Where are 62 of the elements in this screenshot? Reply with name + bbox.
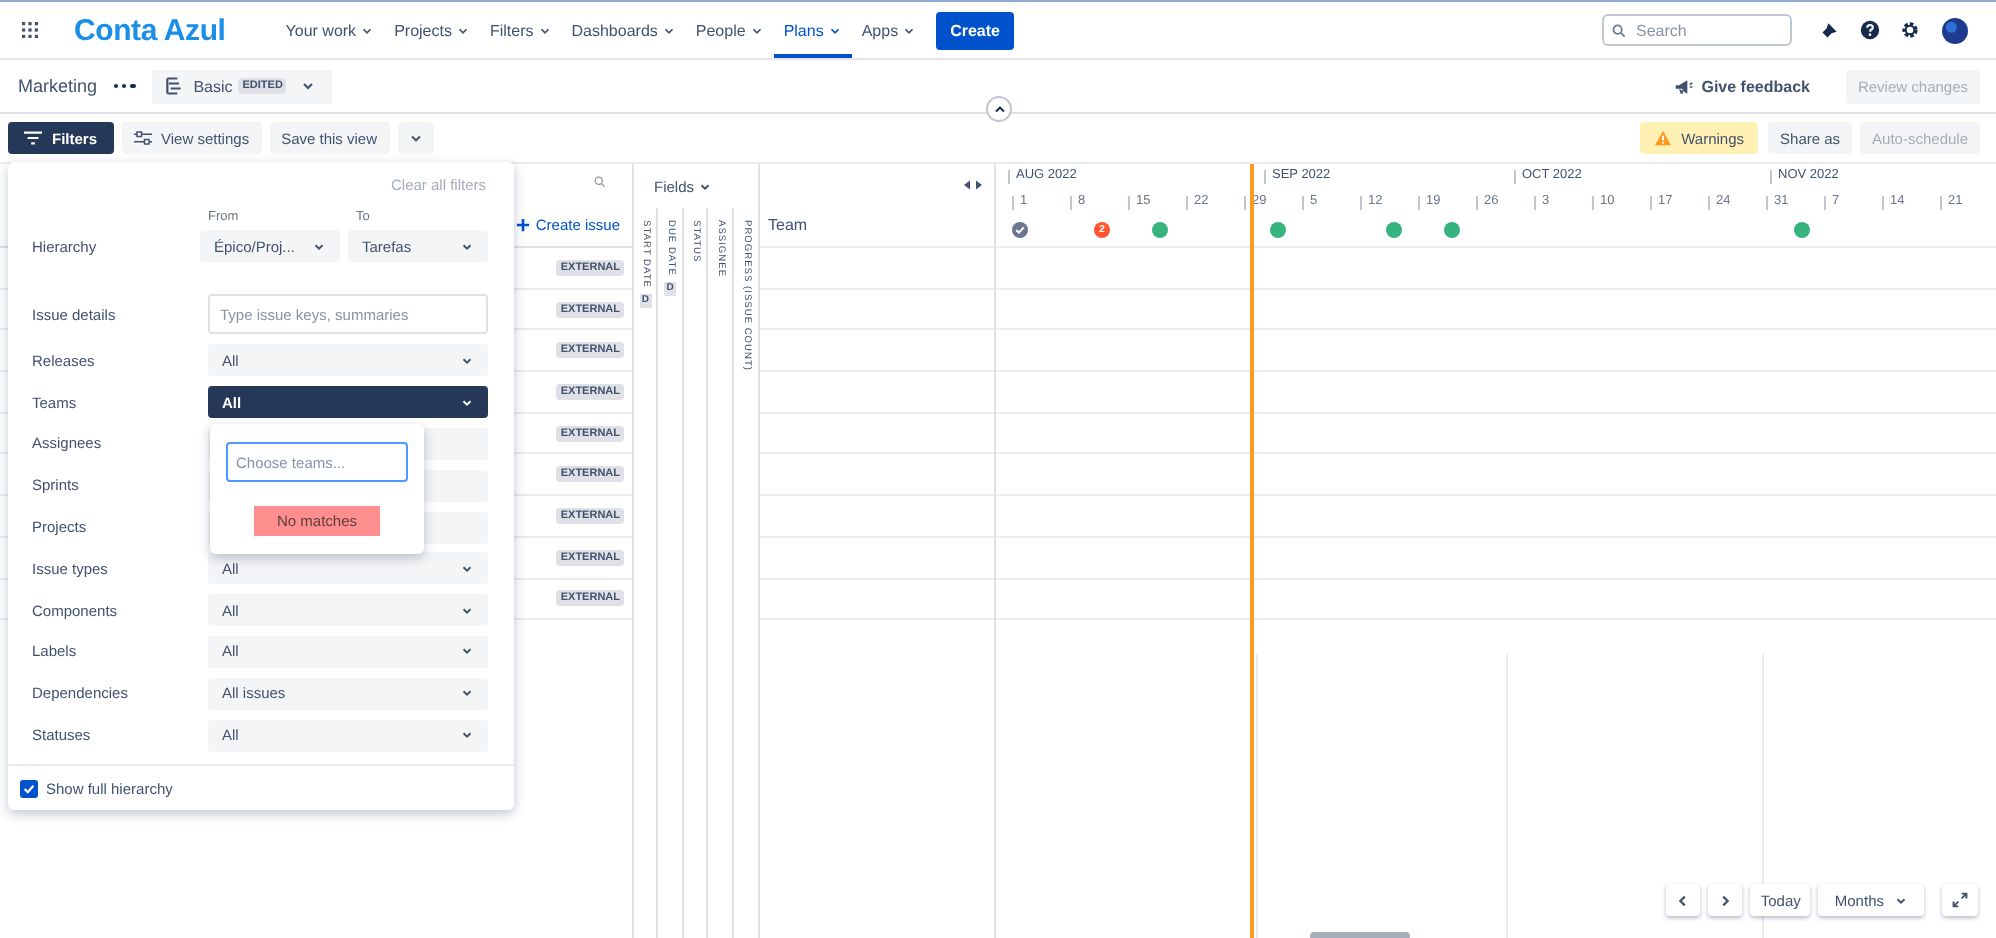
give-feedback-button[interactable]: Give feedback [1661,75,1822,97]
view-name: Basic [193,77,233,95]
create-button[interactable]: Create [936,11,1014,49]
chevron-left-icon [1676,893,1691,907]
collapse-button[interactable] [986,96,1012,122]
sliders-icon [133,130,152,146]
chevron-down-icon [300,78,317,94]
nav-item[interactable]: Filters [479,2,562,58]
megaphone-icon [1673,77,1694,95]
chevron-down-icon [455,23,470,37]
nav-item[interactable]: Plans [773,2,852,58]
milestone-dot[interactable] [1152,222,1168,238]
warning-icon [1653,130,1672,146]
chevron-down-icon [460,239,474,253]
nav-item[interactable]: Dashboards [561,2,686,58]
milestone-dot[interactable] [1444,222,1460,238]
plan-name: Marketing [18,76,98,96]
hierarchy-icon [163,76,184,96]
nav-item[interactable]: Apps [851,2,927,58]
milestone-dot[interactable] [1794,222,1810,238]
search-icon[interactable] [594,176,606,188]
nav-item[interactable]: Your work [275,2,385,58]
help-icon[interactable] [1860,20,1880,40]
fullscreen-button[interactable] [1942,884,1978,916]
expand-columns-icon[interactable] [964,179,982,189]
chevron-down-icon [460,353,474,368]
milestone-dot[interactable] [1270,222,1286,238]
chevron-down-icon [1894,893,1908,907]
avatar[interactable] [1942,17,1968,43]
chevron-down-icon [460,395,474,410]
chevron-down-icon [827,23,842,37]
next-button[interactable] [1708,884,1743,916]
nav-item[interactable]: People [685,2,774,58]
checkbox[interactable] [20,779,38,797]
chevron-down-icon [537,23,552,37]
column-header: Team [768,216,808,234]
previous-button[interactable] [1666,884,1701,916]
chevron-down-icon [360,23,375,37]
chevron-down-icon [312,239,326,253]
chevron-down-icon [407,130,424,146]
chevron-up-icon [991,101,1007,117]
nav-item[interactable]: Projects [384,2,480,58]
settings-icon[interactable] [1900,20,1920,40]
chevron-down-icon [661,23,676,37]
chevron-right-icon [1718,893,1733,907]
search-field[interactable]: Search [1602,14,1792,46]
milestone-dot[interactable] [1386,222,1402,238]
milestone-dot[interactable] [1012,222,1028,238]
chevron-down-icon [460,686,474,701]
plus-icon [515,218,530,232]
filter-icon [24,130,42,146]
chevron-down-icon [460,561,474,576]
expand-icon [1952,892,1968,908]
chevron-down-icon [749,23,764,37]
chevron-down-icon [460,644,474,659]
chevron-down-icon [460,728,474,743]
chevron-down-icon [698,179,713,193]
scrollbar[interactable] [1310,932,1410,938]
app-switcher-icon[interactable] [22,22,38,38]
bell-icon[interactable] [1820,20,1840,40]
chevron-down-icon [902,23,917,37]
chevron-down-icon [460,603,474,618]
